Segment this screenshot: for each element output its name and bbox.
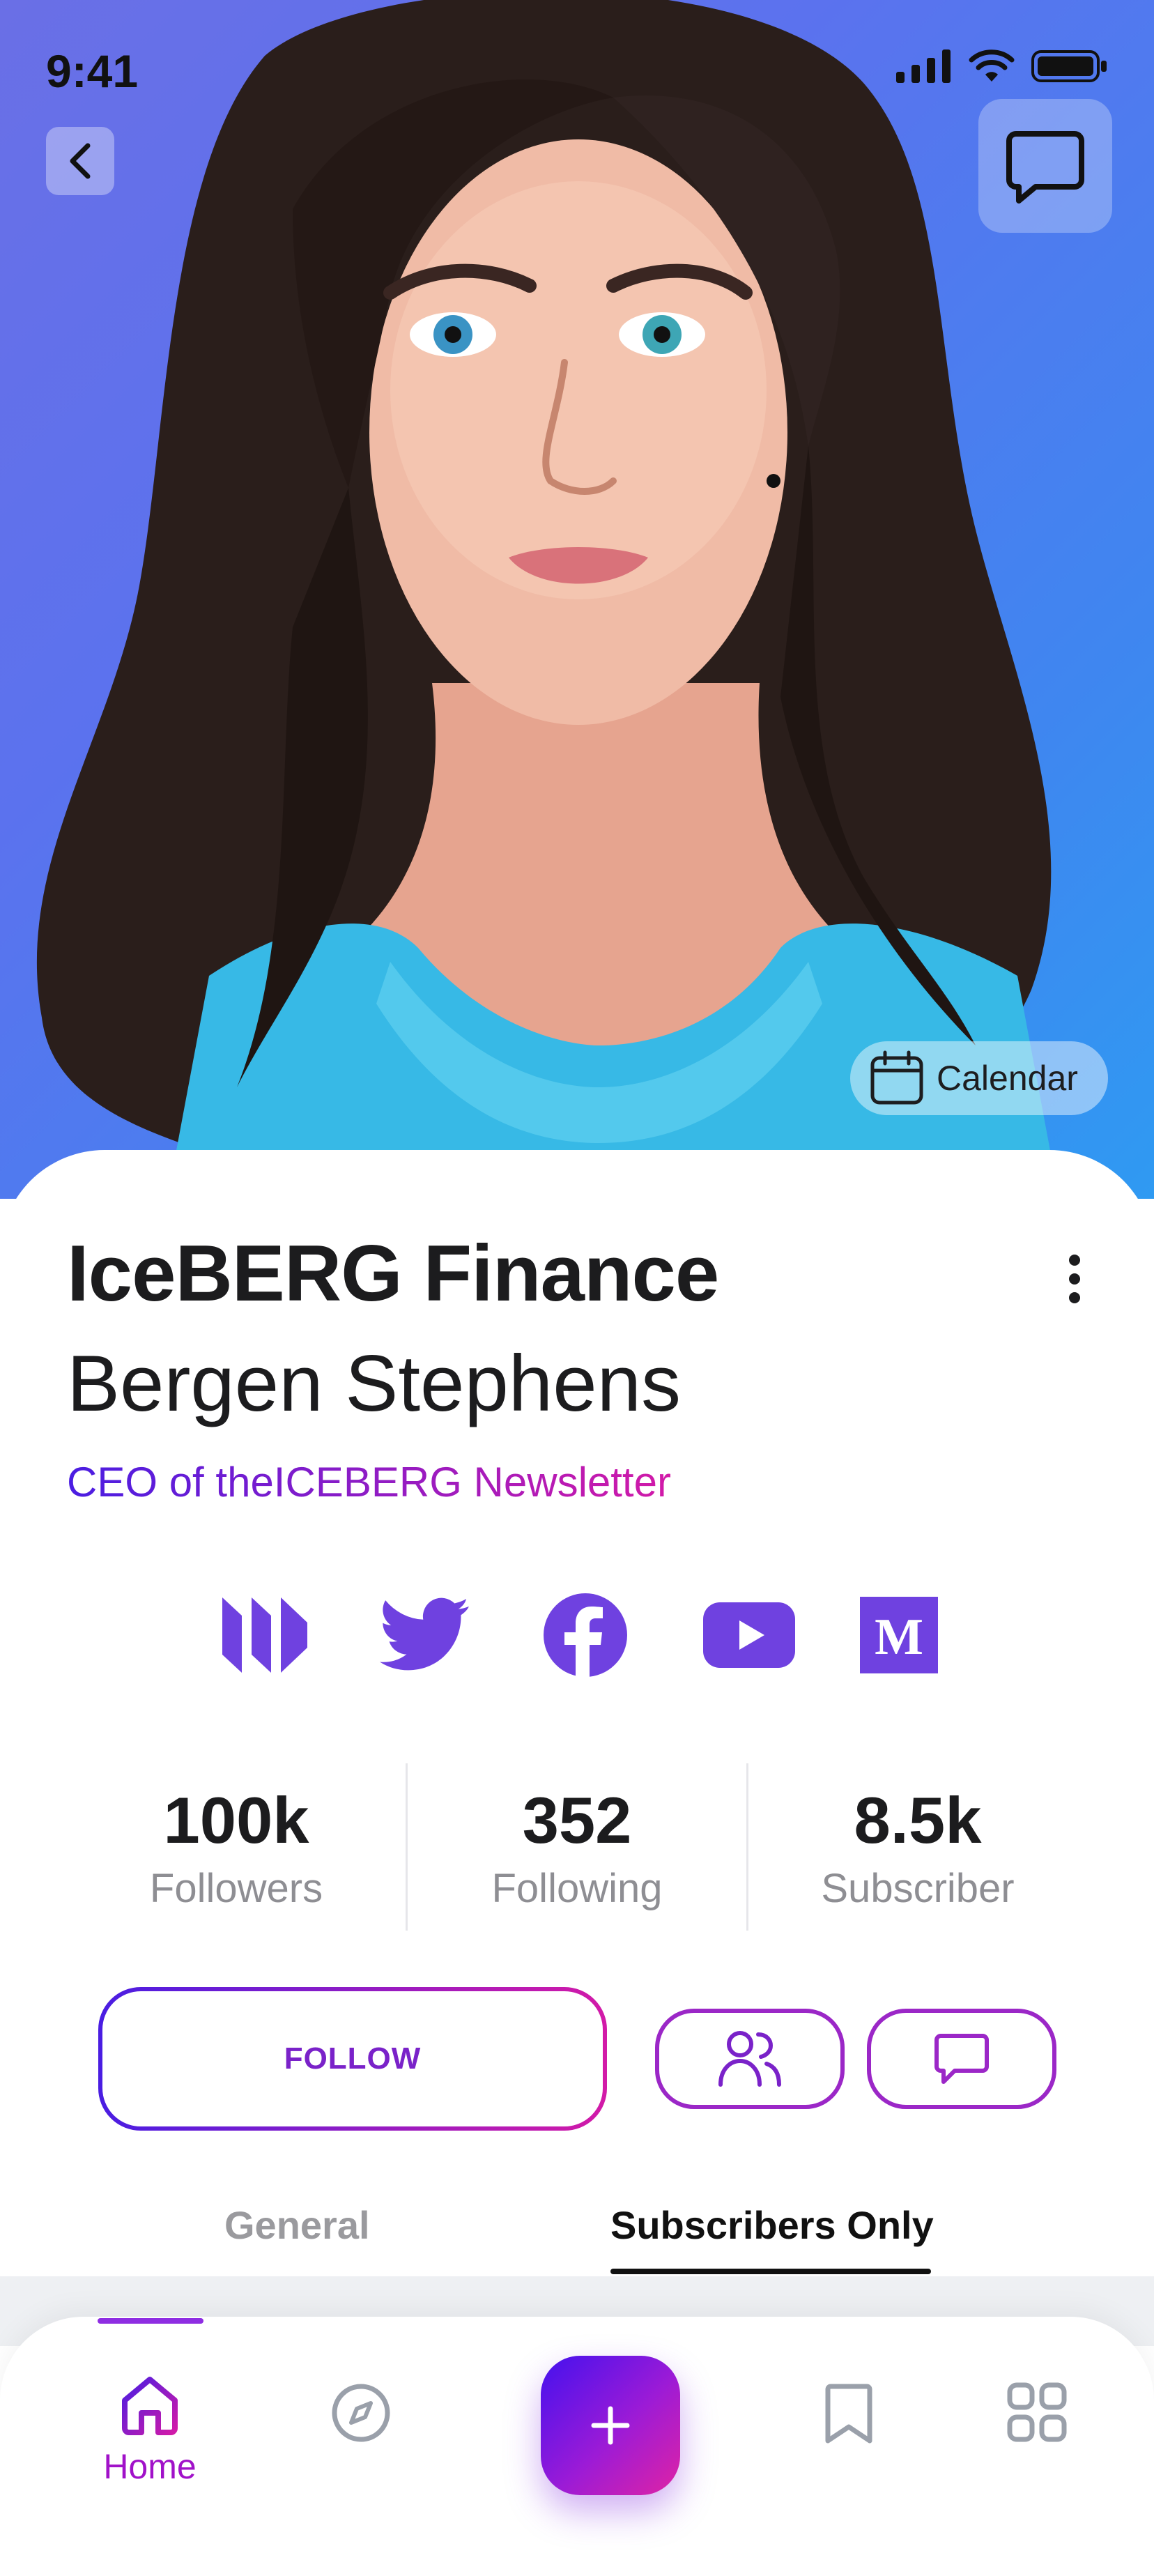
- organization-name: IceBERG Finance: [67, 1229, 719, 1318]
- stat-followers[interactable]: 100k Followers: [67, 1763, 408, 1931]
- stat-subscribers[interactable]: 8.5k Subscriber: [748, 1763, 1087, 1931]
- tab-general[interactable]: General: [224, 2202, 370, 2248]
- social-link-medium[interactable]: M: [857, 1586, 941, 1684]
- chat-icon: [934, 2034, 989, 2084]
- nav-home-label: Home: [103, 2447, 197, 2486]
- active-tab-indicator: [610, 2269, 931, 2274]
- twitter-icon: [380, 1597, 469, 1671]
- grid-icon: [1007, 2382, 1067, 2442]
- youtube-icon: [703, 1602, 795, 1668]
- nav-bookmarks[interactable]: [814, 2381, 884, 2446]
- stat-following[interactable]: 352 Following: [408, 1763, 748, 1931]
- chat-bubble-icon: [1006, 131, 1084, 204]
- users-icon: [718, 2031, 781, 2087]
- battery-icon: [1031, 50, 1107, 82]
- profile-name: Bergen Stephens: [67, 1340, 681, 1428]
- medium-icon: M: [860, 1597, 938, 1673]
- wifi-icon: [969, 49, 1015, 82]
- plus-icon: [591, 2406, 630, 2445]
- social-link-twitter[interactable]: [376, 1586, 474, 1684]
- more-dot: [1069, 1273, 1080, 1285]
- more-dot: [1069, 1255, 1080, 1266]
- bookmark-icon: [825, 2384, 872, 2444]
- stat-value: 100k: [163, 1783, 309, 1857]
- stat-label: Subscriber: [821, 1865, 1015, 1911]
- stat-label: Followers: [149, 1865, 323, 1911]
- social-link-facebook[interactable]: [537, 1586, 634, 1684]
- stat-value: 352: [522, 1783, 632, 1857]
- substack-icon: [222, 1597, 307, 1673]
- back-button[interactable]: [46, 127, 114, 195]
- signal-icon: [896, 49, 951, 83]
- status-icons: [896, 49, 1108, 84]
- calendar-button[interactable]: Calendar: [850, 1041, 1108, 1115]
- facebook-icon: [544, 1593, 627, 1678]
- profile-role: CEO of theICEBERG Newsletter: [67, 1459, 671, 1505]
- home-icon: [122, 2377, 178, 2435]
- status-time: 9:41: [46, 45, 139, 97]
- nav-menu[interactable]: [1002, 2381, 1072, 2444]
- compass-icon: [332, 2384, 390, 2442]
- calendar-icon: [870, 1050, 923, 1105]
- profile-stats: 100k Followers 352 Following 8.5k Subscr…: [67, 1763, 1087, 1931]
- follow-label: FOLLOW: [284, 2041, 422, 2076]
- social-link-substack[interactable]: [216, 1586, 314, 1684]
- more-options-button[interactable]: [1059, 1255, 1090, 1303]
- stat-value: 8.5k: [854, 1783, 982, 1857]
- social-link-youtube[interactable]: [697, 1586, 801, 1684]
- active-nav-indicator: [98, 2318, 203, 2324]
- chevron-left-icon: [70, 143, 91, 179]
- stat-label: Following: [491, 1865, 663, 1911]
- message-button[interactable]: [978, 99, 1112, 233]
- calendar-label: Calendar: [937, 1059, 1078, 1098]
- content-tabs: General Subscribers Only: [0, 2202, 1154, 2279]
- nav-explore[interactable]: [326, 2381, 396, 2445]
- message-user-button[interactable]: [867, 2009, 1056, 2109]
- tab-subscribers-only[interactable]: Subscribers Only: [610, 2202, 934, 2248]
- create-button[interactable]: [541, 2356, 680, 2495]
- more-dot: [1069, 1292, 1080, 1303]
- svg-text:M: M: [875, 1609, 923, 1666]
- nav-home[interactable]: Home: [91, 2372, 209, 2487]
- friends-button[interactable]: [655, 2009, 845, 2109]
